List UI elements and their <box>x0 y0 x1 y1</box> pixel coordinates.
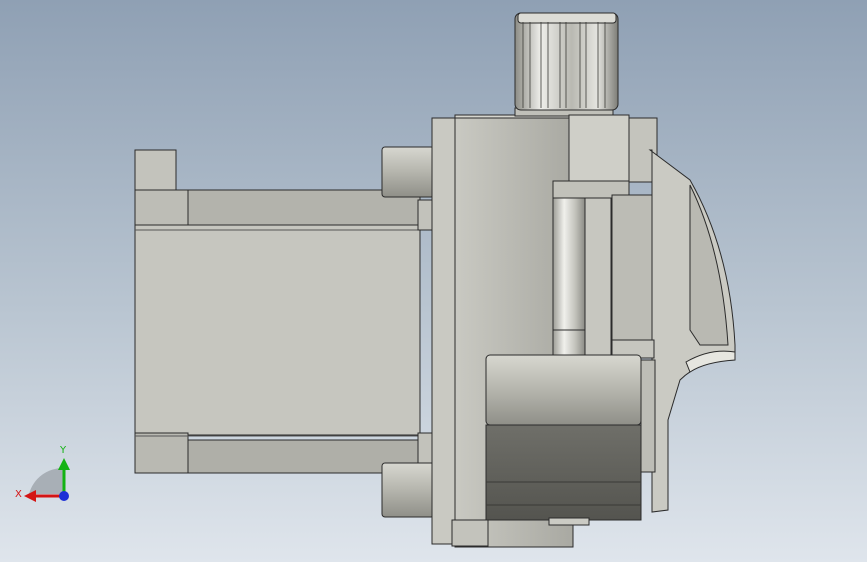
motor-housing <box>134 224 421 436</box>
knurled-knob[interactable] <box>514 12 619 111</box>
y-axis-label: Y <box>59 445 67 456</box>
z-axis-dot <box>59 491 69 501</box>
motor-body <box>134 107 736 548</box>
y-axis-head <box>58 458 70 470</box>
upper-block <box>568 114 630 182</box>
rear-tab <box>134 149 177 195</box>
orientation-triad: Y X <box>8 438 88 518</box>
cad-model-view[interactable] <box>0 0 867 562</box>
side-column <box>611 194 653 341</box>
drive-shaft <box>552 197 586 331</box>
gear-cylinder <box>485 354 642 426</box>
rear-boss-top <box>134 189 189 231</box>
boss-upper <box>381 146 435 198</box>
flange-plate <box>431 117 457 545</box>
x-axis-label: X <box>15 489 22 500</box>
gear-cylinder-shadow <box>485 424 642 521</box>
rear-boss-bottom <box>134 432 189 474</box>
triad-plane <box>29 467 64 494</box>
boss-lower <box>381 462 435 518</box>
graphics-viewport[interactable]: Y X <box>0 0 867 562</box>
